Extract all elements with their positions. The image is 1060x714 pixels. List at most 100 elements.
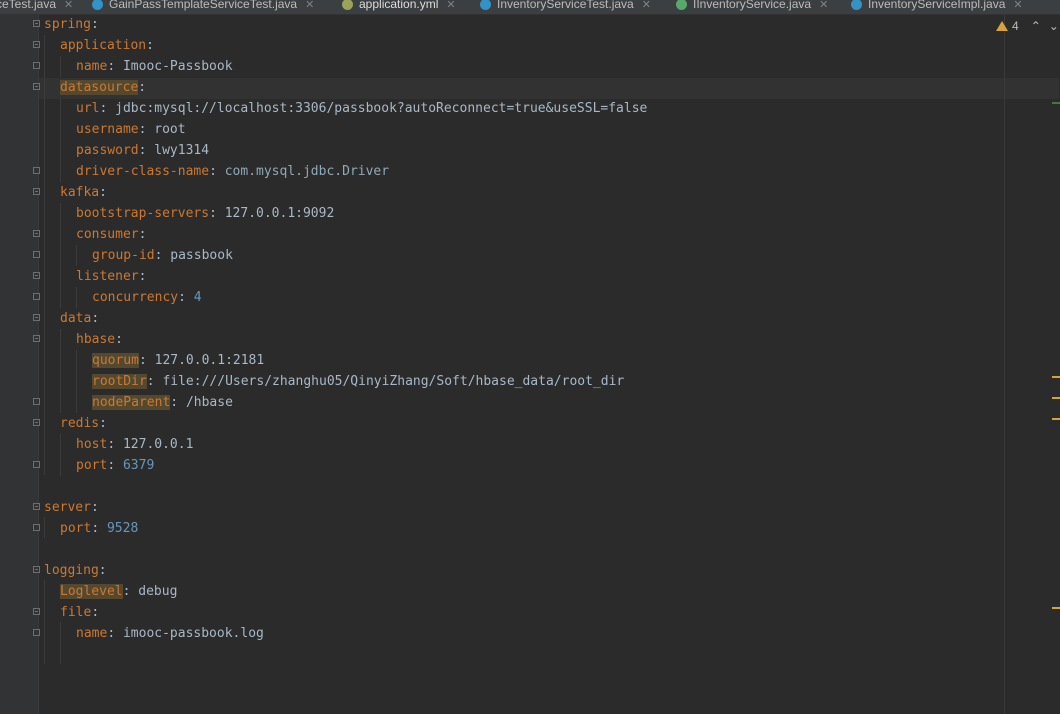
editor-tab-bar: ceTest.java ✕ GainPassTemplateServiceTes… (0, 0, 1060, 15)
close-icon[interactable]: ✕ (64, 0, 73, 11)
tab-label: InventoryServiceTest.java (497, 0, 634, 11)
tab-label: ceTest.java (0, 0, 57, 11)
close-icon[interactable]: ✕ (1013, 0, 1022, 11)
yaml-key: name (76, 59, 108, 74)
next-highlight-icon[interactable]: ⌄ (1049, 19, 1059, 33)
fold-end-icon[interactable] (33, 524, 40, 531)
tab-gainpasstemplateservicetest[interactable]: GainPassTemplateServiceTest.java ✕ (92, 0, 314, 14)
yaml-value: lwy1314 (154, 143, 210, 158)
close-icon[interactable]: ✕ (819, 0, 828, 11)
yaml-key: spring (44, 17, 91, 32)
yaml-key: logging (44, 563, 99, 578)
code-line: driver-class-name: com.mysql.jdbc.Driver (76, 164, 390, 179)
fold-end-icon[interactable] (33, 629, 40, 636)
fold-toggle-icon[interactable] (33, 20, 40, 27)
yaml-value: file:///Users/zhanghu05/QinyiZhang/Soft/… (162, 374, 625, 389)
code-line: redis: (60, 416, 107, 431)
yaml-value: /hbase (185, 395, 233, 410)
code-line: file: (60, 605, 100, 620)
yaml-key: datasource (60, 80, 139, 95)
indent-guide (60, 56, 61, 77)
warning-marker[interactable] (1052, 607, 1060, 609)
fold-end-icon[interactable] (33, 62, 40, 69)
code-line: concurrency: 4 (92, 290, 202, 305)
warning-marker[interactable] (1052, 376, 1060, 378)
previous-highlight-icon[interactable]: ⌃ (1031, 19, 1041, 33)
yaml-key: file (60, 605, 92, 620)
tab-inventoryservicetest[interactable]: InventoryServiceTest.java ✕ (480, 0, 651, 14)
fold-end-icon[interactable] (33, 398, 40, 405)
fold-end-icon[interactable] (33, 251, 40, 258)
tab-cetest[interactable]: ceTest.java ✕ (0, 0, 73, 14)
fold-toggle-icon[interactable] (33, 188, 40, 195)
fold-toggle-icon[interactable] (33, 503, 40, 510)
fold-toggle-icon[interactable] (33, 41, 40, 48)
code-line: quorum: 127.0.0.1:2181 (92, 353, 265, 368)
yaml-key: bootstrap-servers (76, 206, 210, 221)
tab-label: GainPassTemplateServiceTest.java (109, 0, 298, 11)
yaml-key: data (60, 311, 92, 326)
code-line: url: jdbc:mysql://localhost:3306/passboo… (76, 101, 648, 116)
code-line: password: lwy1314 (76, 143, 210, 158)
fold-toggle-icon[interactable] (33, 83, 40, 90)
right-margin-guide (1004, 14, 1005, 714)
tab-label: IInventoryService.java (693, 0, 812, 11)
class-icon (480, 0, 491, 10)
tab-iinventoryservice[interactable]: IInventoryService.java ✕ (676, 0, 828, 14)
close-icon[interactable]: ✕ (446, 0, 455, 11)
code-line: nodeParent: /hbase (92, 395, 233, 410)
yaml-key: redis (60, 416, 100, 431)
code-line: group-id: passbook (92, 248, 233, 263)
indent-guide (76, 287, 77, 308)
fold-toggle-icon[interactable] (33, 272, 40, 279)
warning-marker[interactable] (1052, 397, 1060, 399)
yaml-key: server (44, 500, 91, 515)
yaml-value: com.mysql.jdbc.Driver (224, 164, 390, 179)
yaml-key: listener (76, 269, 139, 284)
close-icon[interactable]: ✕ (642, 0, 651, 11)
inspection-widget[interactable]: 4 ⌃ ⌄ (996, 18, 1059, 34)
fold-toggle-icon[interactable] (33, 335, 40, 342)
current-line-highlight (39, 78, 1059, 99)
indent-guide (60, 622, 61, 664)
fold-end-icon[interactable] (33, 167, 40, 174)
yaml-value: 127.0.0.1:9092 (224, 206, 335, 221)
fold-toggle-icon[interactable] (33, 230, 40, 237)
yaml-icon (342, 0, 353, 10)
tab-inventoryserviceimpl[interactable]: InventoryServiceImpl.java ✕ (851, 0, 1023, 14)
fold-end-icon[interactable] (33, 293, 40, 300)
code-line: host: 127.0.0.1 (76, 437, 194, 452)
fold-toggle-icon[interactable] (33, 608, 40, 615)
warning-marker[interactable] (1052, 418, 1060, 420)
code-line: data: (60, 311, 100, 326)
tab-label: InventoryServiceImpl.java (868, 0, 1006, 11)
yaml-value: 4 (193, 290, 202, 305)
fold-end-icon[interactable] (33, 461, 40, 468)
indent-guide (44, 35, 45, 475)
close-icon[interactable]: ✕ (305, 0, 314, 11)
indent-guide (60, 329, 61, 413)
yaml-key: application (60, 38, 147, 53)
code-line: rootDir: file:///Users/zhanghu05/QinyiZh… (92, 374, 625, 389)
fold-toggle-icon[interactable] (33, 419, 40, 426)
indent-guide (44, 580, 45, 664)
fold-toggle-icon[interactable] (33, 314, 40, 321)
tab-application-yml[interactable]: application.yml ✕ (338, 0, 460, 14)
code-line: consumer: (76, 227, 147, 242)
yaml-key: group-id (92, 248, 155, 263)
fold-toggle-icon[interactable] (33, 566, 40, 573)
yaml-key: nodeParent (92, 395, 171, 410)
yaml-value: root (154, 122, 186, 137)
code-line: server: (44, 500, 99, 515)
indent-guide (76, 350, 77, 413)
indent-guide (76, 245, 77, 266)
code-line: logging: (44, 563, 107, 578)
yaml-key: consumer (76, 227, 139, 242)
yaml-key: hbase (76, 332, 116, 347)
code-line: listener: (76, 269, 147, 284)
yaml-value: jdbc:mysql://localhost:3306/passbook?aut… (115, 101, 648, 116)
yaml-value: passbook (170, 248, 233, 263)
yaml-key: url (76, 101, 100, 116)
code-line: hbase: (76, 332, 123, 347)
change-marker[interactable] (1052, 102, 1060, 104)
